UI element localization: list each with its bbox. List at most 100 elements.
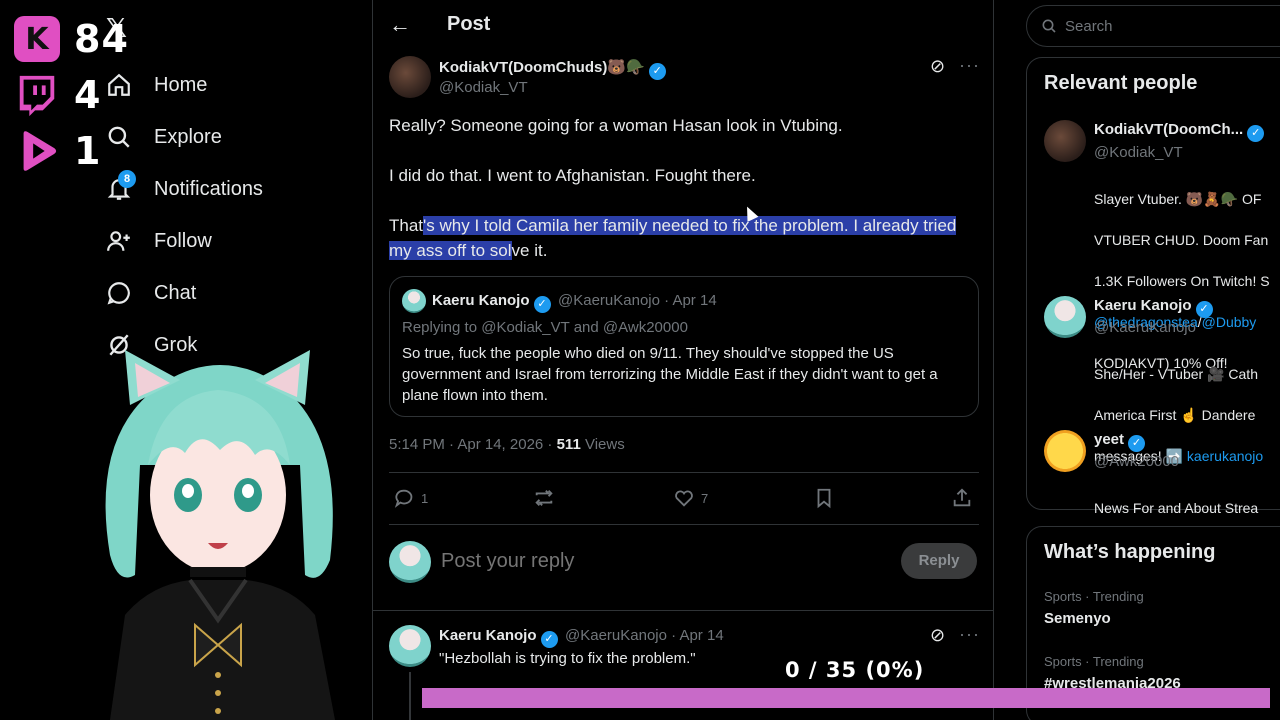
- person-name[interactable]: Kaeru Kanojo ✓: [1094, 297, 1213, 318]
- kick-count: 84: [74, 17, 129, 61]
- reply-action-button[interactable]: 1: [393, 487, 428, 509]
- views-label: Views: [580, 436, 625, 453]
- play-icon: [14, 128, 60, 174]
- author-name[interactable]: KodiakVT(DoomChuds)🐻🪖 ✓: [439, 58, 666, 80]
- reply-input[interactable]: [441, 550, 841, 573]
- verified-icon: ✓: [1128, 435, 1146, 452]
- back-arrow-icon[interactable]: ←: [389, 12, 411, 38]
- person-handle[interactable]: @Kodiak_VT: [1094, 144, 1183, 161]
- trend-meta: Sports · Trending: [1044, 654, 1144, 669]
- quote-author-handle: @KaeruKanojo · Apr 14: [558, 292, 717, 309]
- quote-author-text: Kaeru Kanojo: [432, 292, 530, 309]
- share-icon: [953, 488, 971, 507]
- bio-line: America First ☝️ Dandere: [1094, 406, 1256, 423]
- grok-explain-icon[interactable]: ⊘: [930, 56, 945, 77]
- post-text-selected: 's why I told Camila her family needed t…: [389, 216, 957, 260]
- post-header: ← Post: [373, 0, 993, 52]
- reply-text: "Hezbollah is trying to fix the problem.…: [439, 650, 696, 667]
- like-count: 7: [701, 490, 709, 506]
- bio-line: She/Her - VTuber 🎥 Cath: [1094, 365, 1258, 382]
- kick-play-counter: 1: [14, 128, 101, 174]
- bookmark-action-button[interactable]: [813, 487, 835, 509]
- person-handle[interactable]: @KaeruKanojo: [1094, 319, 1196, 336]
- bio-line: Slayer Vtuber. 🐻🧸🪖 OF: [1094, 190, 1262, 207]
- nav-item-label: Home: [154, 73, 208, 96]
- twitch-count: 4: [74, 73, 102, 117]
- relevant-people-panel: Relevant people KodiakVT(DoomCh... ✓ @Kod…: [1026, 57, 1280, 516]
- chat-icon: [107, 282, 130, 305]
- nav-item-home[interactable]: Home: [106, 65, 207, 105]
- notifications-badge: 8: [118, 170, 136, 188]
- nav-item-follow[interactable]: Follow: [106, 221, 212, 261]
- verified-icon: ✓: [533, 296, 551, 313]
- person-name-text: KodiakVT(DoomCh...: [1094, 121, 1244, 138]
- right-sidebar: Search Relevant people KodiakVT(DoomCh..…: [1010, 0, 1280, 720]
- repost-icon: [535, 490, 553, 506]
- nav-item-label: Chat: [154, 281, 197, 304]
- verified-icon: ✓: [540, 631, 558, 648]
- trend-name[interactable]: Semenyo: [1044, 610, 1111, 627]
- nav-item-explore[interactable]: Explore: [106, 117, 222, 157]
- post-timestamp: 5:14 PM · Apr 14, 2026 · 511 Views: [389, 436, 625, 453]
- kick-counter: K 84: [14, 16, 129, 62]
- panel-title: What’s happening: [1044, 541, 1216, 563]
- search-icon: [108, 126, 130, 148]
- person-avatar[interactable]: [1044, 430, 1086, 472]
- nav-item-chat[interactable]: Chat: [106, 273, 196, 313]
- person-avatar[interactable]: [1044, 120, 1086, 162]
- like-action-button[interactable]: 7: [673, 487, 708, 509]
- post-column: ← Post KodiakVT(DoomChuds)🐻🪖 ✓ @Kodiak_VT…: [372, 0, 994, 720]
- search-bar[interactable]: Search: [1026, 5, 1280, 47]
- quote-author-name: Kaeru Kanojo ✓: [432, 292, 551, 313]
- search-icon: [1042, 19, 1056, 33]
- more-options-icon[interactable]: ···: [959, 55, 980, 76]
- reply-icon: [394, 489, 413, 508]
- reply-button[interactable]: Reply: [901, 543, 977, 579]
- nav-item-label: Notifications: [154, 177, 263, 200]
- reply-avatar[interactable]: [389, 625, 431, 667]
- verified-icon: ✓: [1195, 301, 1213, 318]
- quote-text: So true, fuck the people who died on 9/1…: [402, 345, 938, 404]
- verified-icon: ✓: [648, 63, 666, 80]
- quote-replying-to: Replying to @Kodiak_VT and @Awk20000: [402, 319, 688, 336]
- post-text-paragraph-1: Really? Someone going for a woman Hasan …: [389, 116, 843, 135]
- quote-avatar: [402, 289, 426, 313]
- person-handle[interactable]: @Awk20000: [1094, 453, 1179, 470]
- author-handle[interactable]: @Kodiak_VT: [439, 79, 528, 96]
- follow-icon: [107, 231, 130, 251]
- thread-line: [409, 672, 411, 720]
- quoted-post[interactable]: Kaeru Kanojo ✓ @KaeruKanojo · Apr 14 Repl…: [389, 276, 979, 417]
- bookmark-icon: [817, 488, 831, 509]
- reply-count: 1: [421, 490, 429, 506]
- repost-action-button[interactable]: [533, 487, 555, 509]
- trend-meta: Sports · Trending: [1044, 589, 1144, 604]
- more-options-icon[interactable]: ···: [959, 624, 980, 645]
- verified-icon: ✓: [1247, 125, 1265, 142]
- post-text-paragraph-2: I did do that. I went to Afghanistan. Fo…: [389, 166, 756, 185]
- person-name[interactable]: yeet ✓: [1094, 431, 1146, 452]
- twitch-counter: 4: [14, 72, 101, 118]
- progress-bar: [422, 688, 1270, 708]
- bio-line: 1.3K Followers On Twitch! S: [1094, 272, 1270, 289]
- person-name-text: yeet: [1094, 431, 1125, 448]
- post-text-plain: That: [389, 216, 424, 235]
- share-action-button[interactable]: [951, 487, 973, 509]
- heart-icon: [675, 490, 693, 507]
- grok-explain-icon[interactable]: ⊘: [930, 625, 945, 646]
- person-avatar[interactable]: [1044, 296, 1086, 338]
- person-name[interactable]: KodiakVT(DoomCh... ✓: [1094, 121, 1265, 142]
- person-name-text: Kaeru Kanojo: [1094, 297, 1192, 314]
- bio-link[interactable]: kaerukanojo: [1187, 448, 1263, 464]
- page-title: Post: [447, 13, 491, 35]
- timestamp-text[interactable]: 5:14 PM · Apr 14, 2026 ·: [389, 436, 557, 453]
- author-avatar[interactable]: [389, 56, 431, 98]
- divider: [389, 472, 979, 473]
- divider: [373, 610, 993, 611]
- panel-title: Relevant people: [1044, 72, 1198, 94]
- bio-line: News For and About Strea: [1094, 499, 1259, 516]
- bio-line: VTUBER CHUD. Doom Fan: [1094, 231, 1269, 248]
- reply-author-name[interactable]: Kaeru Kanojo ✓: [439, 627, 558, 648]
- reply-author-handle[interactable]: @KaeruKanojo · Apr 14: [565, 627, 724, 644]
- author-name-text: KodiakVT(DoomChuds)🐻🪖: [439, 59, 645, 76]
- home-icon: [108, 73, 130, 96]
